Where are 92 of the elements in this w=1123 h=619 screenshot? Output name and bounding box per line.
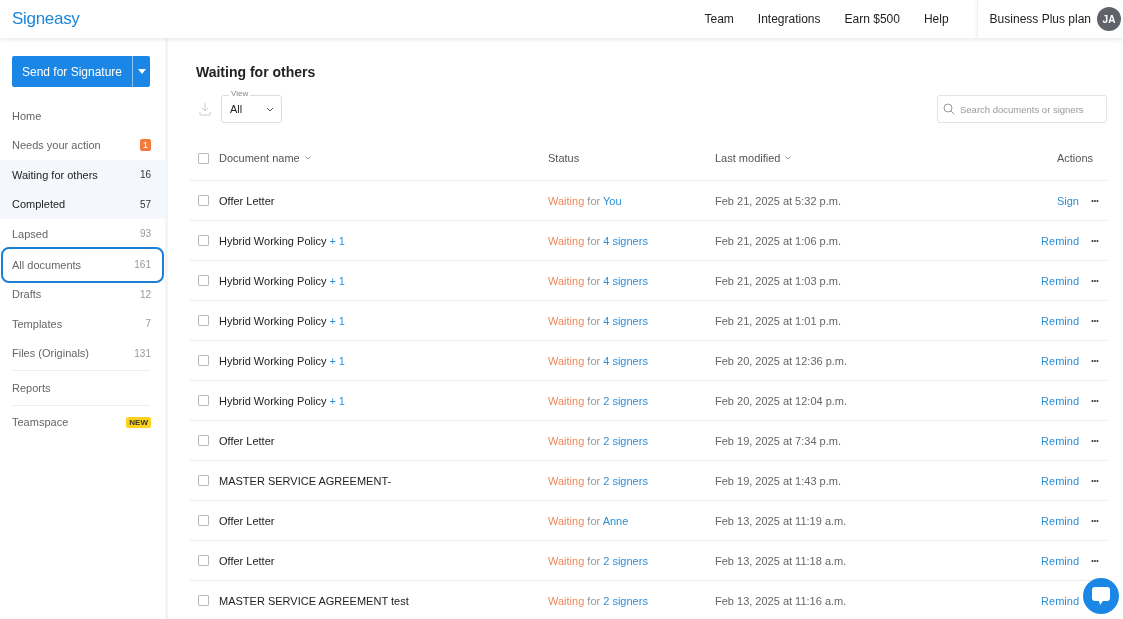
action-link[interactable]: Remind	[1041, 474, 1079, 487]
status-text: Waiting for Anne	[548, 514, 629, 527]
action-link[interactable]: Sign	[1056, 194, 1079, 207]
checkbox[interactable]	[198, 195, 209, 206]
status-text: Waiting for 2 signers	[548, 594, 648, 607]
checkbox[interactable]	[198, 475, 209, 486]
action-link[interactable]: Remind	[1041, 514, 1079, 527]
action-link[interactable]: Remind	[1041, 234, 1079, 247]
checkbox[interactable]	[198, 515, 209, 526]
status-text: Waiting for 2 signers	[548, 474, 648, 487]
date-cell: Feb 20, 2025 at 12:04 p.m.	[715, 394, 848, 407]
date-cell: Feb 13, 2025 at 11:18 a.m.	[715, 554, 847, 567]
date-cell: Feb 19, 2025 at 7:34 p.m.	[715, 434, 841, 447]
date-cell: Feb 19, 2025 at 1:43 p.m.	[715, 474, 841, 487]
checkbox[interactable]	[198, 595, 209, 606]
checkbox[interactable]	[198, 275, 209, 286]
status-text: Waiting for 4 signers	[548, 354, 648, 367]
date-cell: Feb 21, 2025 at 1:01 p.m.	[715, 314, 841, 327]
checkbox[interactable]	[198, 152, 209, 164]
date-cell: Feb 21, 2025 at 5:32 p.m.	[715, 194, 841, 207]
checkbox[interactable]	[198, 315, 209, 326]
status-text: Waiting for 2 signers	[548, 394, 648, 407]
download-icon[interactable]	[199, 102, 211, 116]
column-header[interactable]: Document name	[219, 152, 300, 164]
action-link[interactable]: Remind	[1041, 594, 1079, 607]
date-cell: Feb 13, 2025 at 11:19 a.m.	[715, 514, 847, 527]
search-field[interactable]: Search documents or signers	[937, 95, 1107, 123]
extra-count[interactable]: + 1	[329, 314, 345, 327]
sidebar-item[interactable]: Completed 57	[0, 189, 165, 219]
dropdown-button[interactable]	[132, 56, 150, 87]
status-text: Waiting for 2 signers	[548, 434, 648, 447]
document-name[interactable]: Offer Letter	[219, 514, 275, 527]
sidebar-item[interactable]: Files (Originals) 131	[0, 338, 165, 368]
sidebar-item[interactable]: Reports	[0, 373, 165, 403]
date-cell: Feb 13, 2025 at 11:16 a.m.	[715, 594, 847, 607]
document-name[interactable]: Hybrid Working Policy	[219, 354, 327, 367]
extra-count[interactable]: + 1	[329, 394, 345, 407]
chat-icon	[1091, 585, 1111, 607]
document-name[interactable]: Hybrid Working Policy	[219, 234, 327, 247]
status-text: Waiting for 2 signers	[548, 554, 648, 567]
status-text: Waiting for 4 signers	[548, 234, 648, 247]
nav-link[interactable]: Team	[704, 12, 734, 26]
nav-link[interactable]: Integrations	[757, 12, 821, 26]
sort-icon[interactable]	[304, 156, 311, 160]
page-title: Waiting for others	[196, 64, 317, 80]
checkbox[interactable]	[198, 235, 209, 246]
action-link[interactable]: Remind	[1041, 394, 1079, 407]
plan-label[interactable]: Business Plus plan	[989, 12, 1091, 26]
checkbox[interactable]	[198, 435, 209, 446]
document-name[interactable]: Offer Letter	[219, 554, 275, 567]
action-link[interactable]: Remind	[1041, 274, 1079, 287]
extra-count[interactable]: + 1	[329, 274, 345, 287]
extra-count[interactable]: + 1	[329, 354, 345, 367]
sidebar-item[interactable]: Home	[0, 101, 165, 131]
checkbox[interactable]	[198, 395, 209, 406]
chat-button[interactable]	[1083, 578, 1119, 614]
nav-link[interactable]: Help	[923, 12, 949, 26]
document-name[interactable]: MASTER SERVICE AGREEMENT test	[219, 594, 409, 607]
column-header[interactable]: Last modified	[715, 152, 781, 164]
document-name[interactable]: Offer Letter	[219, 434, 275, 447]
checkbox[interactable]	[198, 555, 209, 566]
status-text: Waiting for You	[548, 194, 622, 207]
search-icon	[943, 103, 955, 115]
document-name[interactable]: Offer Letter	[219, 194, 275, 207]
nav-link[interactable]: Earn $500	[844, 12, 900, 26]
date-cell: Feb 21, 2025 at 1:06 p.m.	[715, 234, 841, 247]
sort-icon[interactable]	[785, 156, 792, 160]
status-text: Waiting for 4 signers	[548, 274, 648, 287]
sidebar-item[interactable]: Teamspace NEW	[0, 407, 165, 437]
sidebar-item[interactable]: Needs your action 1	[0, 130, 165, 160]
document-name[interactable]: MASTER SERVICE AGREEMENT-	[219, 474, 392, 487]
date-cell: Feb 21, 2025 at 1:03 p.m.	[715, 274, 841, 287]
action-link[interactable]: Remind	[1041, 434, 1079, 447]
checkbox[interactable]	[198, 355, 209, 366]
column-header: Status	[548, 152, 580, 164]
avatar[interactable]: JA	[1097, 7, 1121, 31]
column-header: Actions	[1056, 152, 1093, 164]
extra-count[interactable]: + 1	[329, 234, 345, 247]
action-link[interactable]: Remind	[1041, 554, 1079, 567]
logo[interactable]: Signeasy	[12, 9, 80, 29]
send-for-signature-button[interactable]: Send for Signature	[12, 56, 132, 87]
document-name[interactable]: Hybrid Working Policy	[219, 314, 327, 327]
sidebar-item[interactable]: Waiting for others 16	[0, 160, 165, 190]
sidebar-item[interactable]: Templates 7	[0, 309, 165, 339]
status-text: Waiting for 4 signers	[548, 314, 648, 327]
caret-icon	[266, 106, 274, 112]
document-name[interactable]: Hybrid Working Policy	[219, 394, 327, 407]
caret-icon	[137, 69, 146, 74]
action-link[interactable]: Remind	[1041, 314, 1079, 327]
document-name[interactable]: Hybrid Working Policy	[219, 274, 327, 287]
date-cell: Feb 20, 2025 at 12:36 p.m.	[715, 354, 848, 367]
action-link[interactable]: Remind	[1041, 354, 1079, 367]
